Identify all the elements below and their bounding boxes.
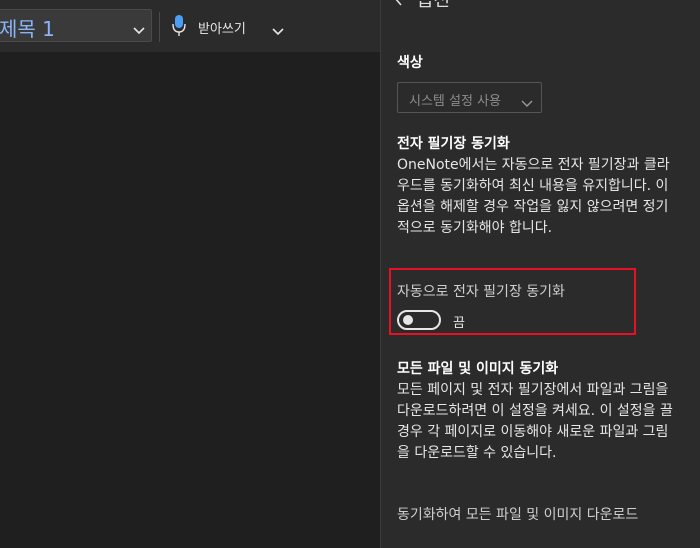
panel-title: 옵션	[417, 0, 451, 11]
options-panel: 옵션 색상 시스템 설정 사용 전자 필기장 동기화 OneNote에서는 자동…	[380, 0, 700, 548]
auto-sync-toggle-label: 자동으로 전자 필기장 동기화	[397, 284, 565, 300]
file-sync-heading: 모든 파일 및 이미지 동기화	[397, 361, 559, 377]
chevron-down-icon	[521, 93, 533, 112]
note-canvas[interactable]: 제목 1 받아쓰기	[0, 0, 380, 548]
dictate-label: 받아쓰기	[198, 22, 246, 37]
file-sync-section: 모든 파일 및 이미지 동기화 모든 페이지 및 전자 필기장에서 파일과 그림…	[397, 359, 673, 464]
file-sync-description: 모든 페이지 및 전자 필기장에서 파일과 그림을 다운로드하려면 이 설정을 …	[397, 382, 673, 461]
notebook-sync-section: 전자 필기장 동기화 OneNote에서는 자동으로 전자 필기장과 클라우드를…	[397, 134, 673, 239]
auto-sync-toggle[interactable]	[397, 310, 441, 330]
download-all-files-link[interactable]: 동기화하여 모든 파일 및 이미지 다운로드	[397, 505, 673, 526]
chevron-down-icon[interactable]	[272, 21, 284, 40]
heading-style-dropdown[interactable]: 제목 1	[0, 9, 152, 42]
panel-header: 옵션	[393, 0, 450, 12]
back-arrow-icon[interactable]	[393, 0, 403, 11]
notebook-sync-heading: 전자 필기장 동기화	[397, 136, 510, 152]
toggle-knob	[403, 315, 413, 325]
auto-sync-toggle-state: 끔	[453, 316, 465, 331]
heading-style-value: 제목 1	[0, 17, 55, 41]
notebook-sync-description: OneNote에서는 자동으로 전자 필기장과 클라우드를 동기화하여 최신 내…	[397, 157, 670, 236]
color-label: 색상	[397, 55, 423, 71]
chevron-down-icon	[133, 20, 145, 39]
microphone-icon	[172, 14, 186, 42]
ribbon-toolbar: 제목 1 받아쓰기	[0, 0, 380, 52]
color-select[interactable]: 시스템 설정 사용	[397, 82, 542, 113]
color-select-value: 시스템 설정 사용	[409, 94, 501, 109]
toolbar-separator	[159, 12, 160, 42]
